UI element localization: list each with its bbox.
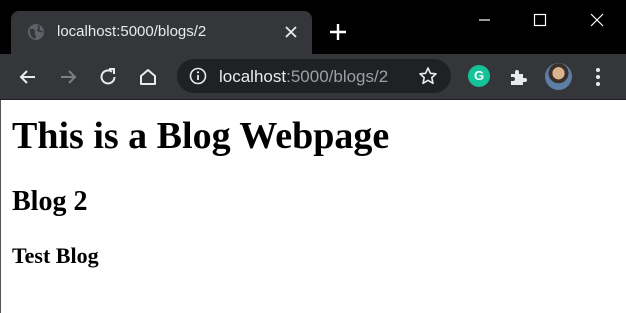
blog-title: Blog 2: [12, 186, 88, 217]
tab-strip: localhost:5000/blogs/2: [0, 0, 626, 54]
tab-title: localhost:5000/blogs/2: [57, 23, 207, 40]
forward-arrow-icon[interactable]: [57, 66, 79, 88]
page-heading: This is a Blog Webpage: [12, 115, 390, 157]
url-host: localhost: [219, 67, 287, 86]
back-arrow-icon[interactable]: [17, 66, 39, 88]
bookmark-star-icon[interactable]: [418, 66, 438, 86]
close-window-icon[interactable]: [575, 6, 621, 34]
grammarly-extension-icon[interactable]: G: [468, 65, 490, 87]
browser-toolbar: localhost:5000/blogs/2 G: [0, 54, 626, 100]
new-tab-icon[interactable]: [327, 21, 349, 43]
address-bar[interactable]: localhost:5000/blogs/2: [177, 59, 451, 93]
extensions-puzzle-icon[interactable]: [507, 66, 529, 88]
browser-window: localhost:5000/blogs/2 localhost:5000/bl…: [0, 0, 626, 313]
blog-body: Test Blog: [12, 243, 99, 268]
close-tab-icon[interactable]: [282, 23, 300, 41]
info-icon[interactable]: [189, 67, 207, 85]
home-icon[interactable]: [137, 66, 159, 88]
page-content: This is a Blog Webpage Blog 2 Test Blog: [0, 100, 626, 313]
url-path: :5000/blogs/2: [286, 67, 389, 86]
reload-icon[interactable]: [97, 66, 119, 88]
minimize-icon[interactable]: [461, 6, 507, 34]
maximize-icon[interactable]: [517, 6, 563, 34]
more-menu-icon[interactable]: [588, 66, 608, 88]
globe-icon: [28, 24, 44, 40]
url-text[interactable]: localhost:5000/blogs/2: [219, 67, 388, 87]
profile-avatar[interactable]: [545, 63, 572, 90]
active-tab[interactable]: localhost:5000/blogs/2: [11, 11, 312, 54]
